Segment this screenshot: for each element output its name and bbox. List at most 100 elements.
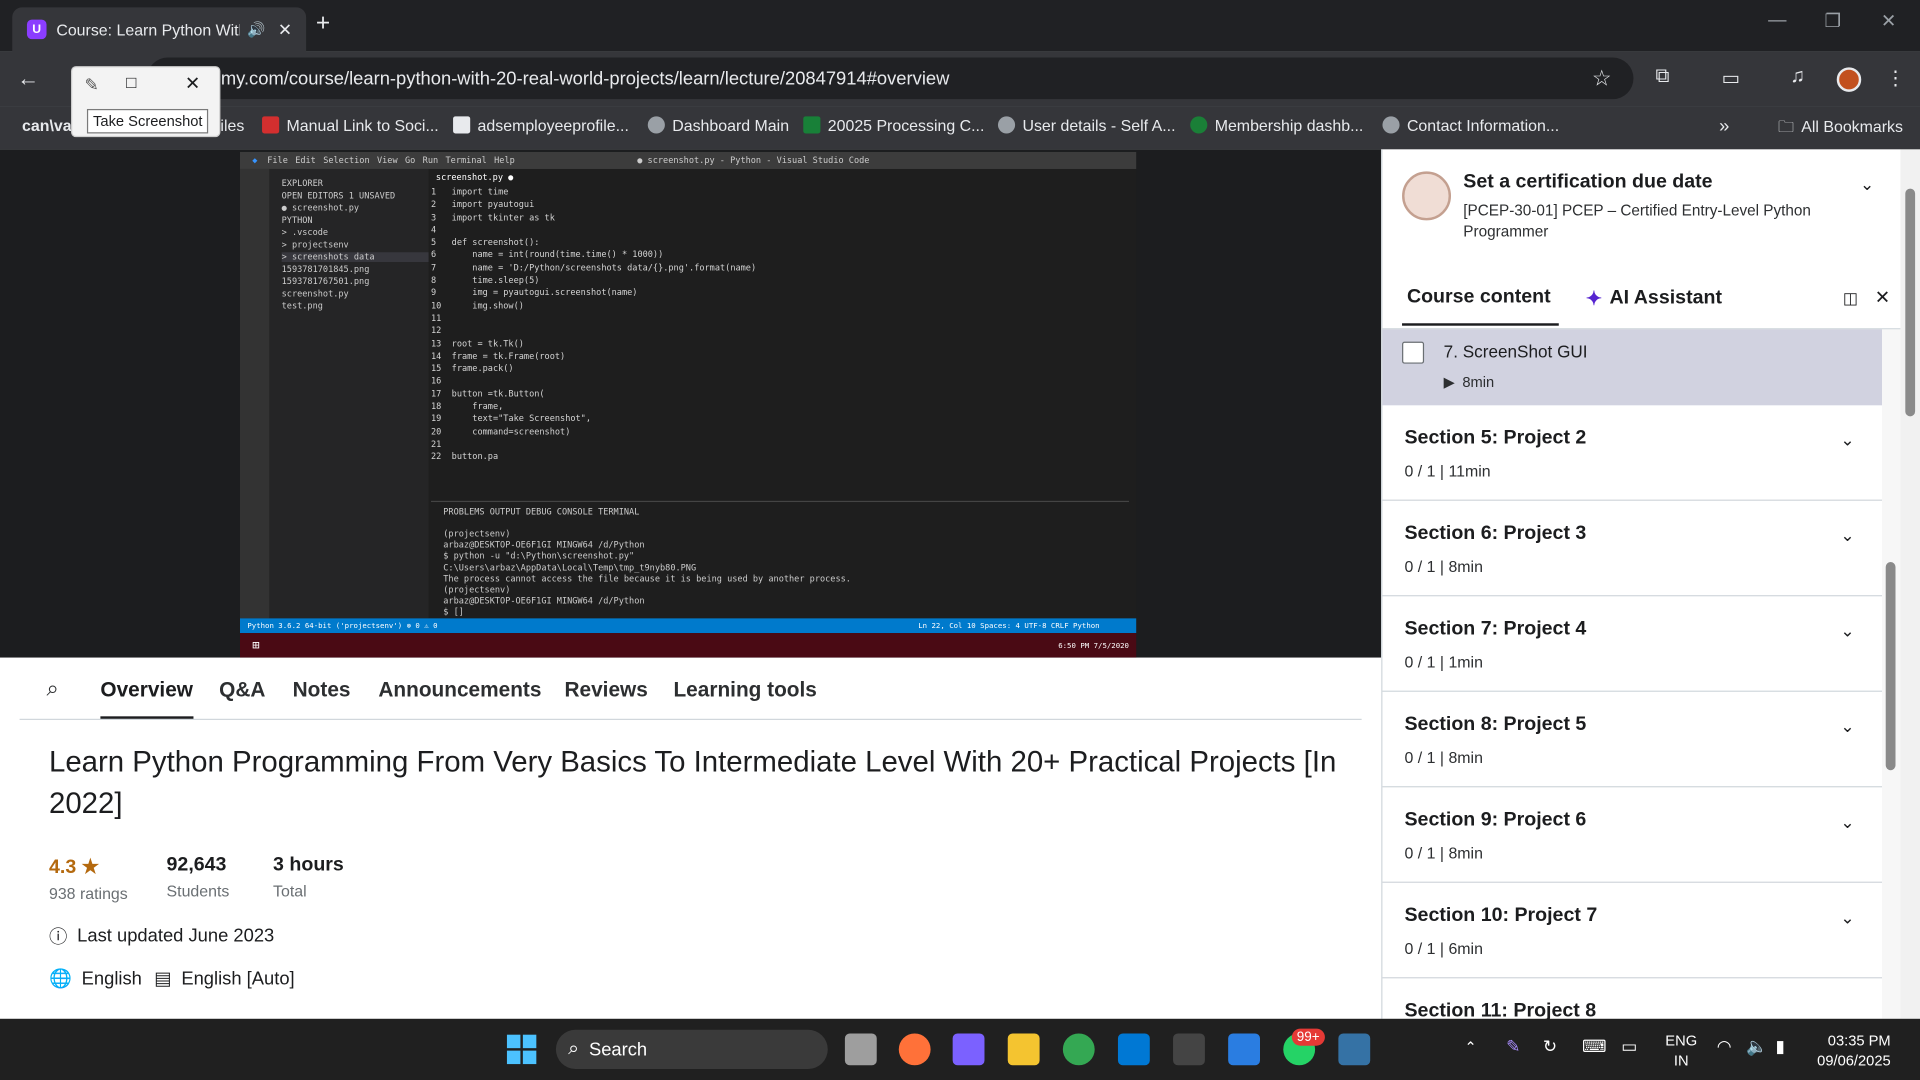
hours-stat: 3 hours Total (273, 855, 344, 900)
sidebar-scroll-thumb[interactable] (1885, 562, 1896, 771)
tray-chevron-up-icon[interactable]: ⌃ (1464, 1038, 1476, 1055)
restore-icon[interactable]: ❐ (1824, 10, 1840, 32)
cert-title[interactable]: Set a certification due date (1463, 171, 1712, 193)
vscode-menu-item: Terminal (445, 155, 487, 166)
tab-learning-tools[interactable]: Learning tools (673, 678, 816, 702)
expand-icon[interactable]: ◫ (1843, 289, 1858, 309)
section-progress: 0 / 1 | 8min (1404, 748, 1483, 767)
pen-icon[interactable]: ✎ (1506, 1036, 1520, 1057)
firefox-icon[interactable] (898, 1033, 931, 1066)
display-icon[interactable]: ▭ (1621, 1036, 1637, 1057)
tab-overview[interactable]: Overview (100, 678, 193, 719)
volume-icon[interactable]: 🔈 (1746, 1036, 1767, 1057)
tab-course-content[interactable]: Course content (1407, 287, 1551, 309)
bookmark-item[interactable]: Manual Link to Soci... (262, 116, 439, 135)
taskbar-search-input[interactable]: ⌕ Search (555, 1029, 828, 1069)
task-view-icon[interactable] (844, 1033, 877, 1066)
tab-qa[interactable]: Q&A (219, 678, 265, 702)
take-screenshot-button[interactable]: Take Screenshot (86, 108, 209, 134)
ratings-count: 938 ratings (48, 884, 128, 903)
section-item[interactable]: Section 7: Project 4 0 / 1 | 1min ⌄ (1382, 596, 1883, 692)
page-scroll-thumb[interactable] (1905, 188, 1916, 417)
all-bookmarks[interactable]: 🗀 All Bookmarks (1778, 116, 1903, 143)
code-text: 1 import time 2 import pyautogui 3 impor… (431, 187, 757, 462)
lecture-checkbox[interactable] (1402, 341, 1425, 364)
language-info: 🌐 English ▤ English [Auto] (48, 967, 295, 990)
vscode-statusbar: Python 3.6.2 64-bit ('projectsenv') ⊗ 0 … (240, 618, 1137, 634)
tab-reviews[interactable]: Reviews (564, 678, 647, 702)
terminal-icon[interactable] (1173, 1033, 1205, 1066)
bookmark-star-icon[interactable]: ☆ (1592, 66, 1612, 92)
globe-icon: 🌐 (48, 968, 72, 990)
bookmark-item[interactable]: iles (220, 116, 244, 134)
tab-ai-assistant[interactable]: ✦ AI Assistant (1586, 287, 1722, 311)
language-indicator[interactable]: ENG IN (1665, 1031, 1697, 1070)
bookmark-item[interactable]: Contact Information... (1382, 116, 1559, 135)
new-tab-button[interactable]: + (316, 10, 330, 38)
section-item[interactable]: Section 8: Project 5 0 / 1 | 8min ⌄ (1382, 692, 1883, 788)
vscode-icon[interactable] (1117, 1033, 1150, 1066)
status-left: Python 3.6.2 64-bit ('projectsenv') ⊗ 0 … (247, 621, 438, 631)
cert-subtitle: [PCEP-30-01] PCEP – Certified Entry-Leve… (1463, 202, 1811, 241)
bookmark-item[interactable]: User details - Self A... (997, 116, 1176, 135)
battery-icon[interactable]: ▮ (1776, 1036, 1785, 1057)
menu-icon[interactable]: ⋮ (1886, 66, 1906, 90)
doc-icon (453, 116, 471, 134)
media-icon[interactable]: ♫ (1790, 66, 1805, 88)
globe-icon (647, 116, 665, 134)
section-item[interactable]: Section 9: Project 6 0 / 1 | 8min ⌄ (1382, 787, 1883, 883)
close-sidebar-icon[interactable]: ✕ (1875, 287, 1890, 309)
chevron-down-icon: ⌄ (1840, 620, 1855, 641)
close-icon[interactable]: ✕ (185, 72, 200, 94)
maximize-icon[interactable]: □ (126, 72, 136, 92)
minimize-icon[interactable]: — (1768, 10, 1786, 31)
tab-notes[interactable]: Notes (293, 678, 351, 702)
video-windows-taskbar: ⊞ 6:50 PM 7/5/2020 (240, 633, 1137, 658)
python-icon[interactable] (1338, 1033, 1371, 1066)
audio-icon[interactable]: 🔊 (247, 21, 265, 38)
search-icon[interactable]: ⌕ (47, 676, 59, 702)
section-item[interactable]: Section 6: Project 3 0 / 1 | 8min ⌄ (1382, 501, 1883, 597)
explorer-line: 1593781767501.png (281, 276, 370, 287)
cast-icon[interactable]: ▭ (1722, 66, 1741, 90)
screenshot-tool-window: ✎ □ ✕ Take Screenshot (71, 66, 221, 138)
vscode-menu-item: Run (422, 155, 439, 166)
copilot-icon[interactable] (952, 1033, 985, 1066)
browser-tab[interactable]: U Course: Learn Python With 🔊 ✕ (12, 7, 307, 52)
windows-start-icon[interactable] (506, 1034, 537, 1065)
browser-title-bar: U Course: Learn Python With 🔊 ✕ + — ❐ ✕ (0, 0, 1920, 52)
vscode-menu-item: Go (404, 155, 416, 166)
page-scrollbar[interactable] (1900, 149, 1920, 1019)
section-item[interactable]: Section 5: Project 2 0 / 1 | 11min ⌄ (1382, 405, 1883, 501)
tab-close-icon[interactable]: ✕ (278, 19, 292, 40)
tab-announcements[interactable]: Announcements (378, 678, 541, 702)
alert-icon: ⓘ (48, 926, 68, 948)
section-title: Section 5: Project 2 (1404, 427, 1587, 449)
profile-avatar[interactable] (1836, 67, 1862, 92)
bookmarks-overflow-icon[interactable]: » (1719, 116, 1729, 137)
sync-icon[interactable]: ↻ (1543, 1036, 1557, 1057)
app-icon[interactable] (1228, 1033, 1261, 1066)
bookmark-item[interactable]: Dashboard Main (647, 116, 789, 135)
bookmark-item[interactable]: 20025 Processing C... (803, 116, 984, 135)
chrome-icon[interactable] (1062, 1033, 1095, 1066)
chevron-down-icon[interactable]: ⌄ (1860, 174, 1874, 195)
hours-label: Total (273, 881, 307, 901)
section-item[interactable]: Section 10: Project 7 0 / 1 | 6min ⌄ (1382, 883, 1883, 979)
back-icon[interactable]: ← (17, 66, 39, 92)
keyboard-icon[interactable]: ⌨ (1582, 1036, 1607, 1057)
captions-icon: ▤ (154, 968, 172, 990)
extensions-icon[interactable]: ⧉ (1656, 66, 1670, 88)
bookmark-item[interactable]: Membership dashb... (1190, 116, 1363, 135)
file-explorer-icon[interactable] (1007, 1033, 1040, 1066)
address-bar[interactable]: emy.com/course/learn-python-with-20-real… (146, 57, 1634, 100)
clock[interactable]: 03:35 PM 09/06/2025 (1817, 1031, 1891, 1070)
sheet-icon (803, 116, 821, 134)
current-lecture[interactable]: 7. ScreenShot GUI ▶ 8min (1382, 329, 1883, 406)
bookmark-item[interactable]: adsemployeeprofile... (453, 116, 629, 135)
sidebar-scrollbar[interactable] (1882, 329, 1902, 1019)
window-close-icon[interactable]: ✕ (1881, 10, 1896, 32)
section-title: Section 6: Project 3 (1404, 522, 1587, 544)
wifi-icon[interactable]: ◠ (1717, 1036, 1732, 1057)
section-title: Section 10: Project 7 (1404, 904, 1598, 926)
